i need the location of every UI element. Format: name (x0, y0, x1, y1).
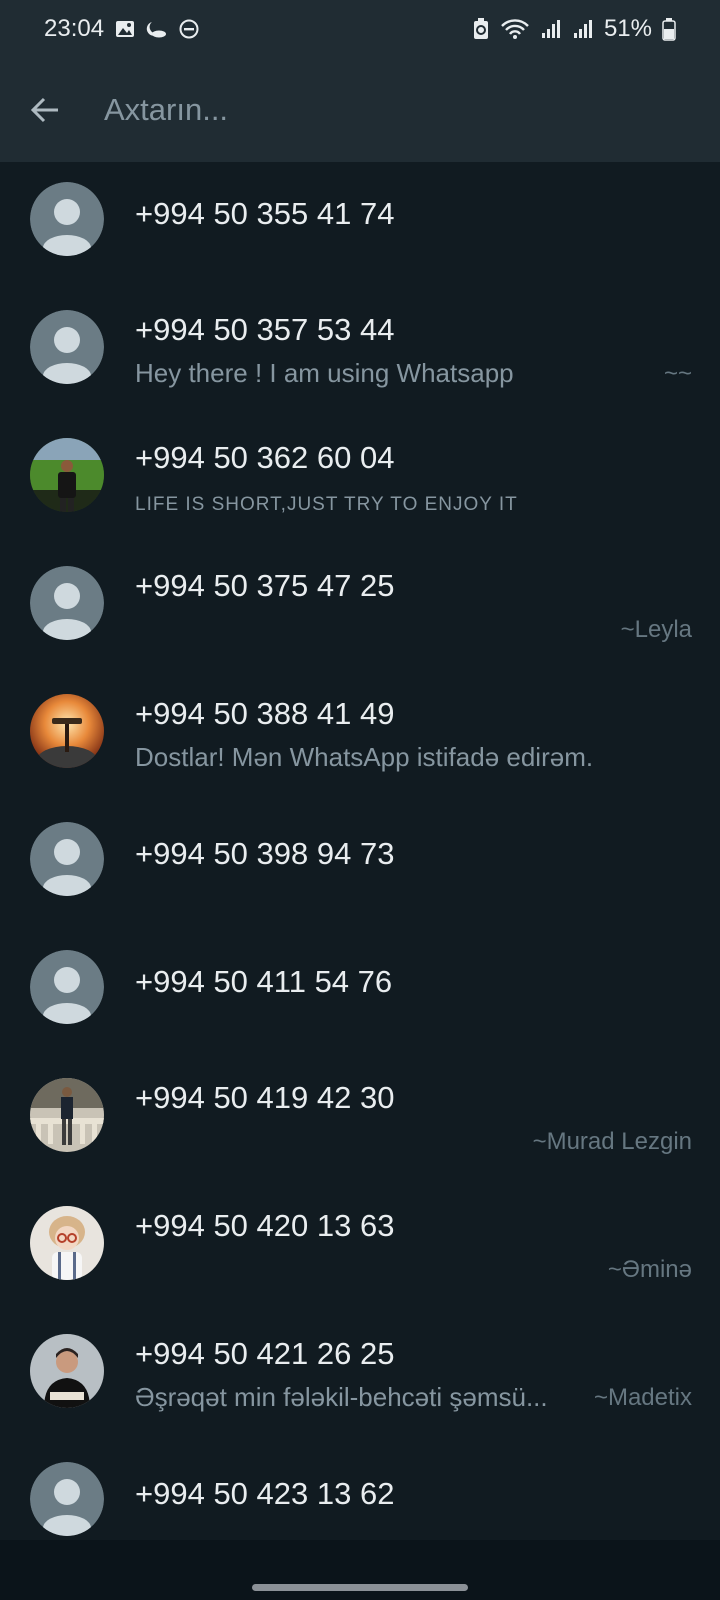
contact-number: +994 50 362 60 04 (135, 440, 395, 475)
contact-number: +994 50 423 13 62 (135, 1476, 395, 1511)
contact-pushname: ~Murad Lezgin (532, 1128, 692, 1155)
battery-icon (662, 17, 676, 41)
contact-number: +994 50 398 94 73 (135, 836, 395, 871)
contact-row[interactable]: +994 50 411 54 76 (0, 930, 720, 1058)
contact-number: +994 50 421 26 25 (135, 1336, 395, 1371)
contact-row[interactable]: +994 50 355 41 74 (0, 162, 720, 290)
wifi-icon (500, 17, 530, 41)
contact-row[interactable]: +994 50 421 26 25 Əşrəqət min fələkil-be… (0, 1314, 720, 1442)
contact-about: Əşrəqət min fələkil-behcəti şəmsü... (135, 1382, 548, 1412)
signal-icon (540, 18, 562, 40)
contact-pushname: ~~ (663, 360, 692, 387)
contact-about: LIFE IS SHORT,JUST TRY TO ENJOY IT (135, 494, 518, 515)
contact-row[interactable]: +994 50 362 60 04 LIFE IS SHORT,JUST TRY… (0, 418, 720, 546)
status-bar: 23:04 51% (0, 0, 720, 58)
battery-saver-icon (472, 17, 490, 41)
signal-icon (572, 18, 594, 40)
contact-row[interactable]: +994 50 357 53 44 Hey there ! I am using… (0, 290, 720, 418)
contact-row[interactable]: +994 50 375 47 25 ~Leyla (0, 546, 720, 674)
contact-photo (30, 694, 104, 768)
contact-pushname: ~Madetix (593, 1384, 692, 1411)
navigation-bar (0, 1540, 720, 1600)
default-avatar-icon (30, 310, 104, 384)
default-avatar-icon (30, 566, 104, 640)
contact-number: +994 50 411 54 76 (135, 964, 393, 999)
contact-row[interactable]: +994 50 388 41 49 Dostlar! Mən WhatsApp … (0, 674, 720, 802)
home-handle[interactable] (252, 1584, 468, 1591)
gallery-icon (114, 18, 136, 40)
contact-number: +994 50 357 53 44 (135, 312, 395, 347)
contact-row[interactable]: +994 50 419 42 30 ~Murad Lezgin (0, 1058, 720, 1186)
contact-number: +994 50 420 13 63 (135, 1208, 395, 1243)
contact-about: Hey there ! I am using Whatsapp (135, 358, 514, 388)
contact-row[interactable]: +994 50 398 94 73 (0, 802, 720, 930)
contact-pushname: ~Leyla (620, 616, 692, 643)
default-avatar-icon (30, 1462, 104, 1536)
back-button[interactable] (0, 58, 90, 162)
battery-percent: 51% (603, 15, 652, 42)
contact-number: +994 50 375 47 25 (135, 568, 395, 603)
contact-photo (30, 1078, 104, 1152)
contact-row[interactable]: +994 50 420 13 63 ~Əminə (0, 1186, 720, 1314)
weather-icon (146, 18, 168, 40)
default-avatar-icon (30, 822, 104, 896)
contact-list: +994 50 355 41 74 +994 50 357 53 44 Hey … (0, 162, 720, 1570)
contact-about: Dostlar! Mən WhatsApp istifadə edirəm. (135, 742, 594, 772)
search-bar (0, 58, 720, 162)
contact-number: +994 50 355 41 74 (135, 196, 395, 231)
dnd-icon (178, 18, 200, 40)
contact-number: +994 50 388 41 49 (135, 696, 395, 731)
arrow-back-icon (30, 97, 58, 123)
default-avatar-icon (30, 182, 104, 256)
contact-photo (30, 1334, 104, 1408)
search-input[interactable] (104, 92, 664, 128)
status-time: 23:04 (44, 15, 105, 42)
contact-photo (30, 1206, 104, 1280)
contact-pushname: ~Əminə (607, 1256, 692, 1283)
default-avatar-icon (30, 950, 104, 1024)
contact-photo (30, 438, 104, 512)
contact-number: +994 50 419 42 30 (135, 1080, 395, 1115)
